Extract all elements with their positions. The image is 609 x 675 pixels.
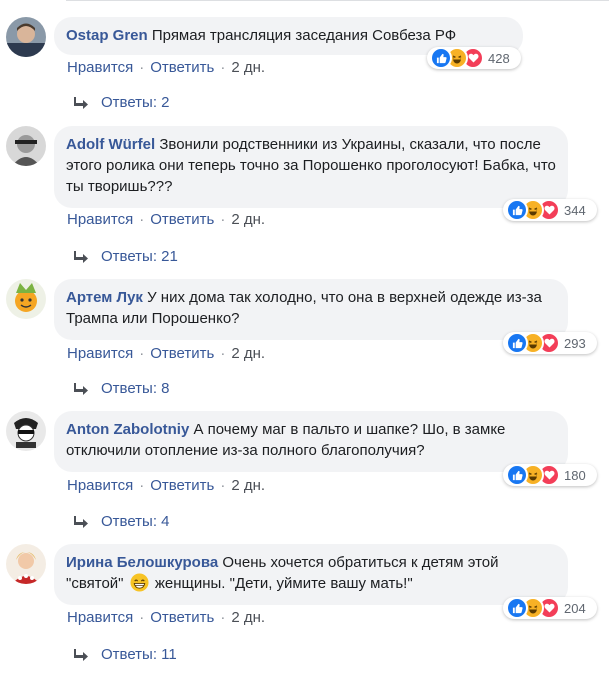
reply-link[interactable]: Ответить [150,59,214,76]
like-link[interactable]: Нравится [67,477,133,494]
view-replies-link[interactable]: Ответы: 4 [74,513,170,530]
comment-actions: Нравится · Ответить · 2 дн. [67,477,265,494]
view-replies-link[interactable]: Ответы: 8 [74,380,170,397]
comment-author[interactable]: Артем Лук [66,289,143,306]
separator: · [139,59,145,76]
avatar-photo-icon [6,544,46,584]
like-reaction-icon [506,199,528,221]
separator: · [139,345,145,362]
like-reaction-icon [506,464,528,486]
reply-link[interactable]: Ответить [150,345,214,362]
comment-time[interactable]: 2 дн. [231,609,265,626]
separator: · [220,609,226,626]
comment-author[interactable]: Anton Zabolotniy [66,421,189,438]
view-replies-link[interactable]: Ответы: 11 [74,646,177,663]
separator: · [220,211,226,228]
reactions-count: 204 [564,600,586,616]
reply-link[interactable]: Ответить [150,609,214,626]
avatar[interactable] [6,544,46,584]
top-divider [66,0,609,1]
separator: · [220,345,226,362]
avatar[interactable] [6,126,46,166]
reactions-count: 344 [564,202,586,218]
reactions-count: 180 [564,467,586,483]
reply-link[interactable]: Ответить [150,477,214,494]
comment-author[interactable]: Ирина Белошкурова [66,554,218,571]
like-reaction-icon [430,47,452,69]
comment-author[interactable]: Adolf Würfel [66,136,155,153]
view-replies-link[interactable]: Ответы: 21 [74,248,178,265]
comment-bubble: Anton Zabolotniy А почему маг в пальто и… [54,411,568,472]
comment-text: Прямая трансляция заседания Совбеза РФ [151,27,457,44]
reactions-summary[interactable]: 428 [427,47,521,69]
replies-count: Ответы: 2 [101,94,170,111]
comment-time[interactable]: 2 дн. [231,345,265,362]
reply-arrow-icon [74,515,88,528]
comment-actions: Нравится · Ответить · 2 дн. [67,211,265,228]
comment-actions: Нравится · Ответить · 2 дн. [67,59,265,76]
separator: · [139,477,145,494]
reactions-count: 428 [488,50,510,66]
reply-link[interactable]: Ответить [150,211,214,228]
like-link[interactable]: Нравится [67,609,133,626]
comment-bubble: Ирина Белошкурова Очень хочется обратить… [54,544,568,605]
comment-time[interactable]: 2 дн. [231,59,265,76]
avatar-photo-icon [6,279,46,319]
replies-count: Ответы: 8 [101,380,170,397]
separator: · [139,211,145,228]
like-reaction-icon [506,597,528,619]
comment-bubble: Adolf Würfel Звонили родственники из Укр… [54,126,568,208]
separator: · [220,59,226,76]
comment-author[interactable]: Ostap Gren [66,27,148,44]
reactions-summary[interactable]: 204 [503,597,597,619]
comment-text: женщины. "Дети, уймите вашу мать!" [154,575,413,592]
separator: · [220,477,226,494]
reactions-summary[interactable]: 344 [503,199,597,221]
replies-count: Ответы: 11 [101,646,177,663]
comment-time[interactable]: 2 дн. [231,477,265,494]
comment-actions: Нравится · Ответить · 2 дн. [67,609,265,626]
reply-arrow-icon [74,648,88,661]
replies-count: Ответы: 21 [101,248,178,265]
reactions-summary[interactable]: 293 [503,332,597,354]
like-reaction-icon [506,332,528,354]
reactions-summary[interactable]: 180 [503,464,597,486]
avatar[interactable] [6,411,46,451]
reply-arrow-icon [74,250,88,263]
reactions-count: 293 [564,335,586,351]
avatar[interactable] [6,17,46,57]
avatar[interactable] [6,279,46,319]
comment-time[interactable]: 2 дн. [231,211,265,228]
comment-actions: Нравится · Ответить · 2 дн. [67,345,265,362]
avatar-photo-icon [6,17,46,57]
like-link[interactable]: Нравится [67,345,133,362]
view-replies-link[interactable]: Ответы: 2 [74,94,170,111]
comment-bubble: Артем Лук У них дома так холодно, что он… [54,279,568,340]
avatar-photo-icon [6,411,46,451]
replies-count: Ответы: 4 [101,513,170,530]
reply-arrow-icon [74,382,88,395]
separator: · [139,609,145,626]
reply-arrow-icon [74,96,88,109]
like-link[interactable]: Нравится [67,211,133,228]
avatar-photo-icon [6,126,46,166]
grinning-emoji-icon [130,573,149,592]
like-link[interactable]: Нравится [67,59,133,76]
